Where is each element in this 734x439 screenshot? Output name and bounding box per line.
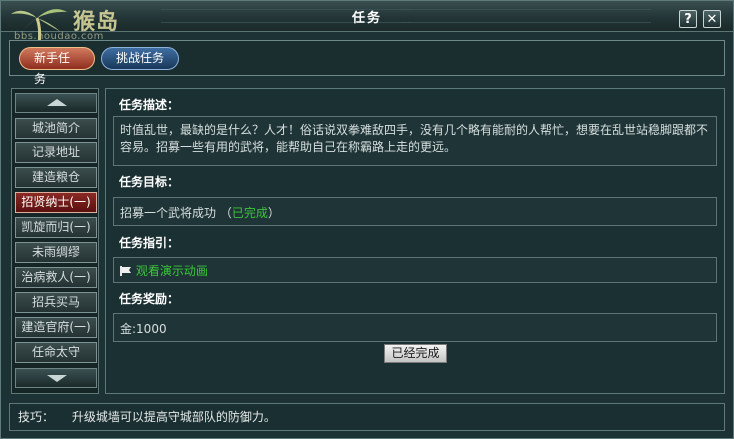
reward-box: 金:1000: [113, 313, 717, 342]
guide-demo-link[interactable]: 观看演示动画: [136, 264, 208, 278]
nav-item-recruit-talent[interactable]: 招贤纳士(一): [15, 192, 97, 213]
reward-text: 金:1000: [120, 322, 167, 336]
nav-item-prepare[interactable]: 未雨绸缪: [15, 242, 97, 263]
tab-challenge-tasks[interactable]: 挑战任务: [101, 47, 179, 70]
reward-heading: 任务奖励：: [119, 292, 180, 306]
desc-text: 时值乱世，最缺的是什么？人才！俗话说双拳难敌四手，没有几个略有能耐的人帮忙，想要…: [120, 123, 709, 154]
triangle-up-icon: [47, 99, 67, 106]
tab-newbie-tasks[interactable]: 新手任务: [19, 47, 95, 86]
tip-bar: 技巧： 升级城墙可以提高守城部队的防御力。: [9, 403, 725, 431]
scroll-up-button[interactable]: [15, 93, 97, 113]
flag-icon: [120, 266, 131, 276]
nav-item-record-address[interactable]: 记录地址: [15, 142, 97, 163]
nav-item-appoint-governor[interactable]: 任命太守: [15, 342, 97, 363]
triangle-down-icon: [47, 375, 67, 382]
goal-box: 招募一个武将成功 （已完成）: [113, 197, 717, 226]
guide-box: 观看演示动画: [113, 257, 717, 283]
nav-item-city-intro[interactable]: 城池简介: [15, 118, 97, 139]
nav-item-triumphant-return[interactable]: 凯旋而归(一): [15, 217, 97, 238]
nav-item-recruit-soldiers[interactable]: 招兵买马: [15, 292, 97, 313]
help-button[interactable]: ?: [679, 10, 697, 28]
goal-status-close: ）: [267, 206, 280, 220]
desc-heading: 任务描述：: [119, 98, 180, 112]
goal-heading: 任务目标：: [119, 175, 180, 189]
scroll-down-button[interactable]: [15, 368, 97, 388]
tip-text: 升级城墙可以提高守城部队的防御力。: [71, 410, 276, 424]
task-window: 任务 ? ✕ 猴岛 bbs.houdao.com 新手任务 挑战任务 城池简介 …: [0, 0, 734, 439]
desc-box: 时值乱世，最缺的是什么？人才！俗话说双拳难敌四手，没有几个略有能耐的人帮忙，想要…: [113, 116, 717, 166]
nav-item-build-granary[interactable]: 建造粮仓: [15, 167, 97, 188]
nav-item-heal[interactable]: 治病救人(一): [15, 267, 97, 288]
goal-status-open: （: [219, 206, 232, 220]
close-button[interactable]: ✕: [703, 10, 721, 28]
tip-label: 技巧：: [18, 410, 55, 424]
goal-status: 已完成: [231, 206, 268, 220]
site-watermark-logo: 猴岛 bbs.houdao.com: [9, 4, 154, 44]
nav-item-build-office[interactable]: 建造官府(一): [15, 317, 97, 338]
complete-button[interactable]: 已经完成: [384, 344, 447, 363]
goal-text: 招募一个武将成功: [120, 206, 217, 220]
guide-heading: 任务指引：: [119, 236, 180, 250]
